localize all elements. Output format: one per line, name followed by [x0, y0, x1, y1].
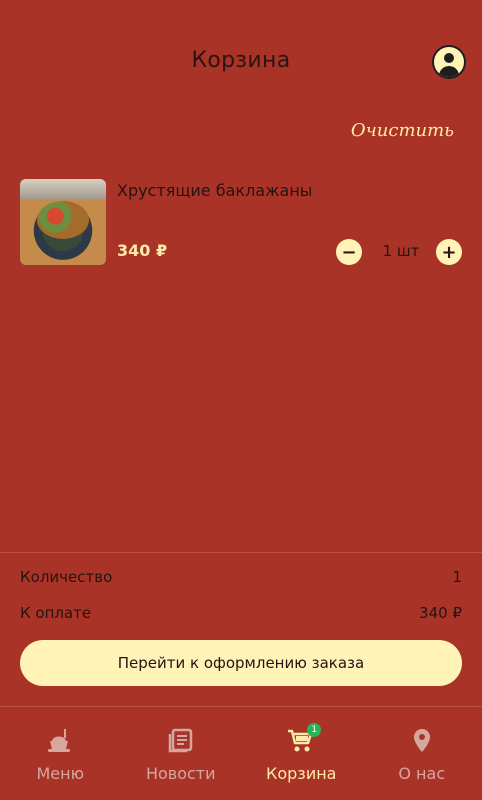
tab-menu[interactable]: Меню	[0, 707, 121, 800]
decrease-quantity-button[interactable]: −	[336, 239, 362, 265]
header: Корзина	[0, 0, 482, 120]
account-icon-body	[439, 66, 459, 77]
food-thumbnail-dish	[37, 201, 89, 239]
cart-count-badge: 1	[307, 723, 322, 737]
summary-total-label: К оплате	[20, 604, 92, 622]
tab-about-label: О нас	[398, 764, 446, 783]
tab-cart[interactable]: 1 Корзина	[241, 707, 362, 800]
summary-total-value: 340 ₽	[419, 604, 462, 622]
news-icon	[168, 728, 192, 753]
tab-cart-label: Корзина	[266, 764, 337, 783]
cart-icon-wrap: 1	[285, 723, 322, 755]
bottom-tab-bar: Меню Новости 1 Корзина О нас	[0, 707, 482, 800]
cart-item-price: 340 ₽	[117, 241, 168, 260]
summary-divider	[0, 552, 482, 553]
increase-quantity-button[interactable]: +	[436, 239, 462, 265]
food-thumbnail-top	[20, 179, 106, 199]
clear-cart-button[interactable]: Очистить	[351, 120, 454, 141]
quantity-text: 1 шт	[382, 242, 420, 260]
tab-news[interactable]: Новости	[121, 707, 242, 800]
cart-item-name: Хрустящие баклажаны	[117, 181, 313, 200]
checkout-button[interactable]: Перейти к оформлению заказа	[20, 640, 462, 686]
tab-menu-label: Меню	[36, 764, 85, 783]
minus-icon: −	[341, 241, 357, 263]
fastfood-icon	[48, 729, 71, 752]
summary-count-value: 1	[452, 568, 462, 586]
summary-count-label: Количество	[20, 568, 113, 586]
tab-about[interactable]: О нас	[362, 707, 482, 800]
page-title: Корзина	[191, 48, 291, 73]
plus-icon: +	[441, 241, 457, 263]
account-icon-head	[444, 53, 454, 63]
food-thumbnail[interactable]	[20, 179, 106, 265]
tab-news-label: Новости	[145, 764, 216, 783]
cart-item: Хрустящие баклажаны 340 ₽ − 1 шт +	[20, 179, 464, 267]
location-pin-icon	[413, 729, 430, 752]
account-icon[interactable]	[432, 45, 466, 79]
